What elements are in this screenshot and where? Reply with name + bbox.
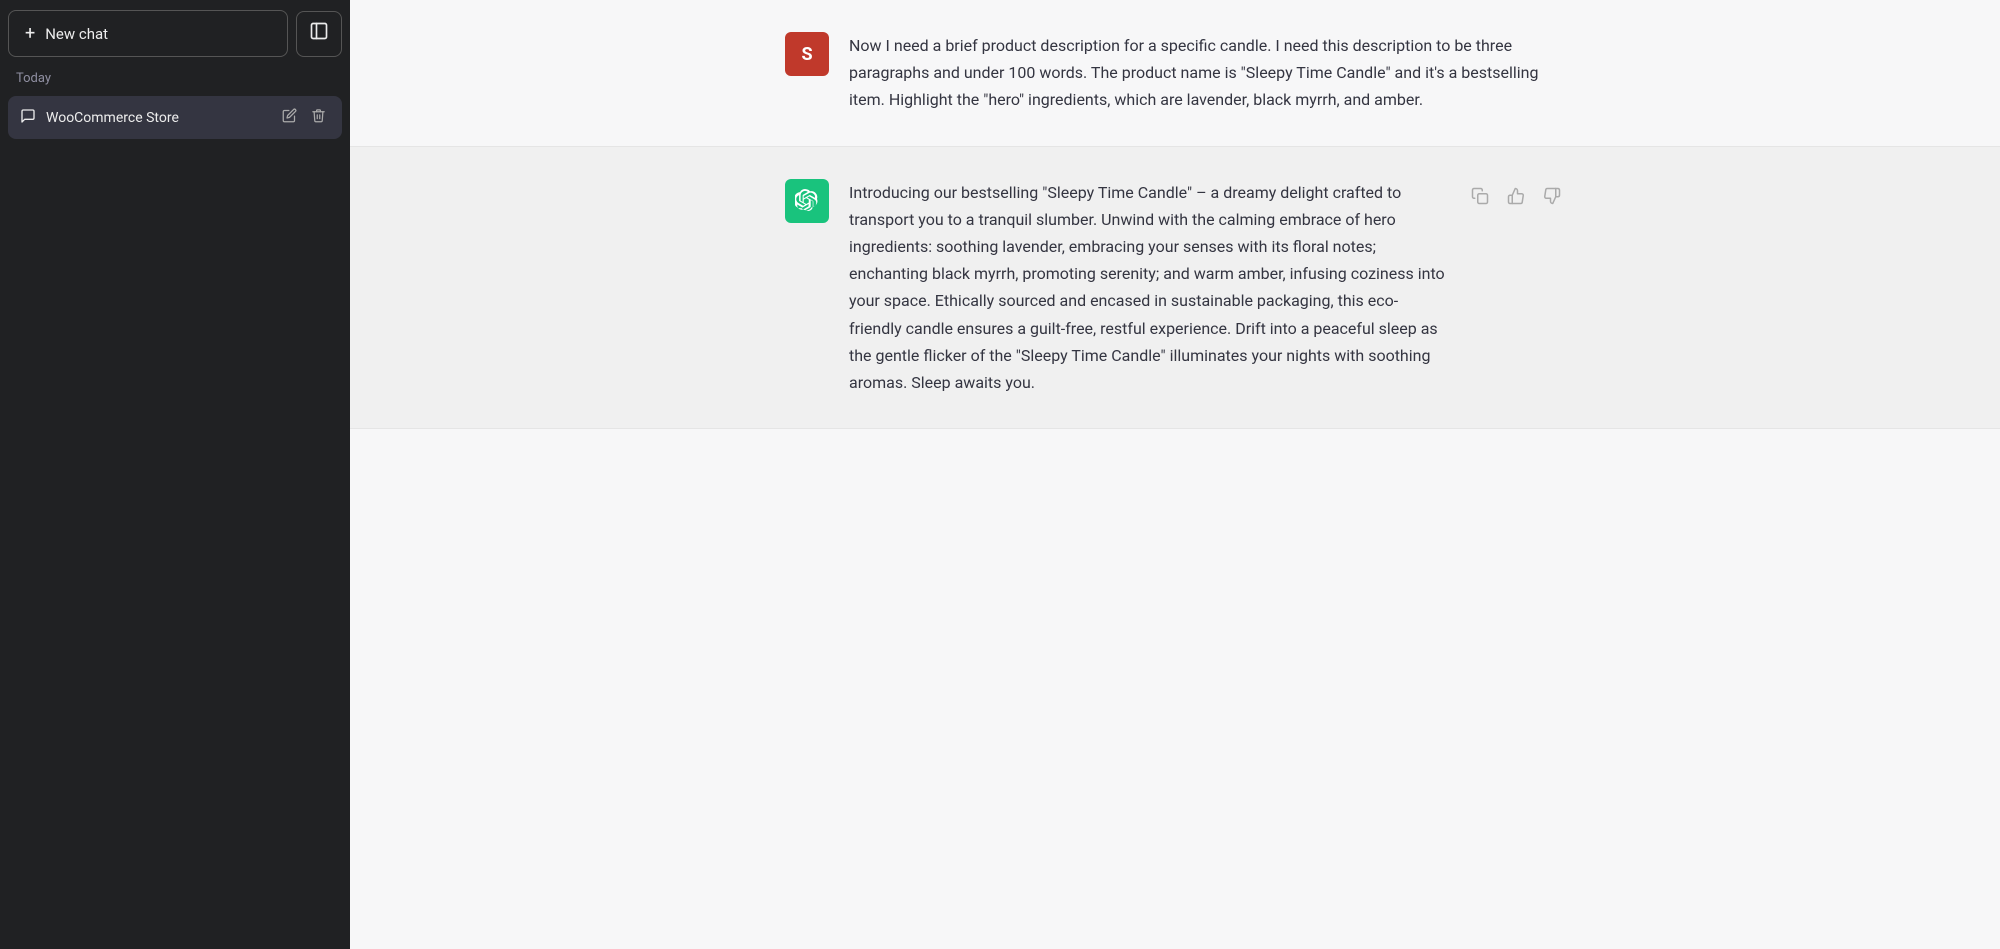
user-avatar-letter: S xyxy=(801,44,812,65)
ai-message-actions xyxy=(1467,179,1565,214)
plus-icon: + xyxy=(25,23,35,44)
user-message-text: Now I need a brief product description f… xyxy=(849,32,1565,114)
user-message-inner: S Now I need a brief product description… xyxy=(745,32,1605,114)
ai-avatar xyxy=(785,179,829,223)
toggle-sidebar-button[interactable] xyxy=(296,11,342,57)
ai-message-inner: Introducing our bestselling "Sleepy Time… xyxy=(745,179,1605,397)
ai-message-text: Introducing our bestselling "Sleepy Time… xyxy=(849,179,1447,397)
toggle-icon xyxy=(309,21,329,46)
chat-icon xyxy=(20,108,36,128)
thumbs-down-button[interactable] xyxy=(1539,183,1565,214)
new-chat-label: New chat xyxy=(45,25,108,43)
sidebar: + New chat Today WooCommerce Store xyxy=(0,0,350,949)
ai-message-block: Introducing our bestselling "Sleepy Time… xyxy=(350,147,2000,430)
user-message-block: S Now I need a brief product description… xyxy=(350,0,2000,147)
thumbs-up-button[interactable] xyxy=(1503,183,1529,214)
chat-item-actions xyxy=(278,106,330,129)
section-today: Today xyxy=(8,67,342,90)
chat-item-woocommerce[interactable]: WooCommerce Store xyxy=(8,96,342,139)
edit-chat-button[interactable] xyxy=(278,106,301,129)
main-content: S Now I need a brief product description… xyxy=(350,0,2000,949)
user-avatar: S xyxy=(785,32,829,76)
sidebar-header: + New chat xyxy=(8,10,342,57)
copy-button[interactable] xyxy=(1467,183,1493,214)
new-chat-button[interactable]: + New chat xyxy=(8,10,288,57)
chat-item-label: WooCommerce Store xyxy=(46,110,268,126)
delete-chat-button[interactable] xyxy=(307,106,330,129)
